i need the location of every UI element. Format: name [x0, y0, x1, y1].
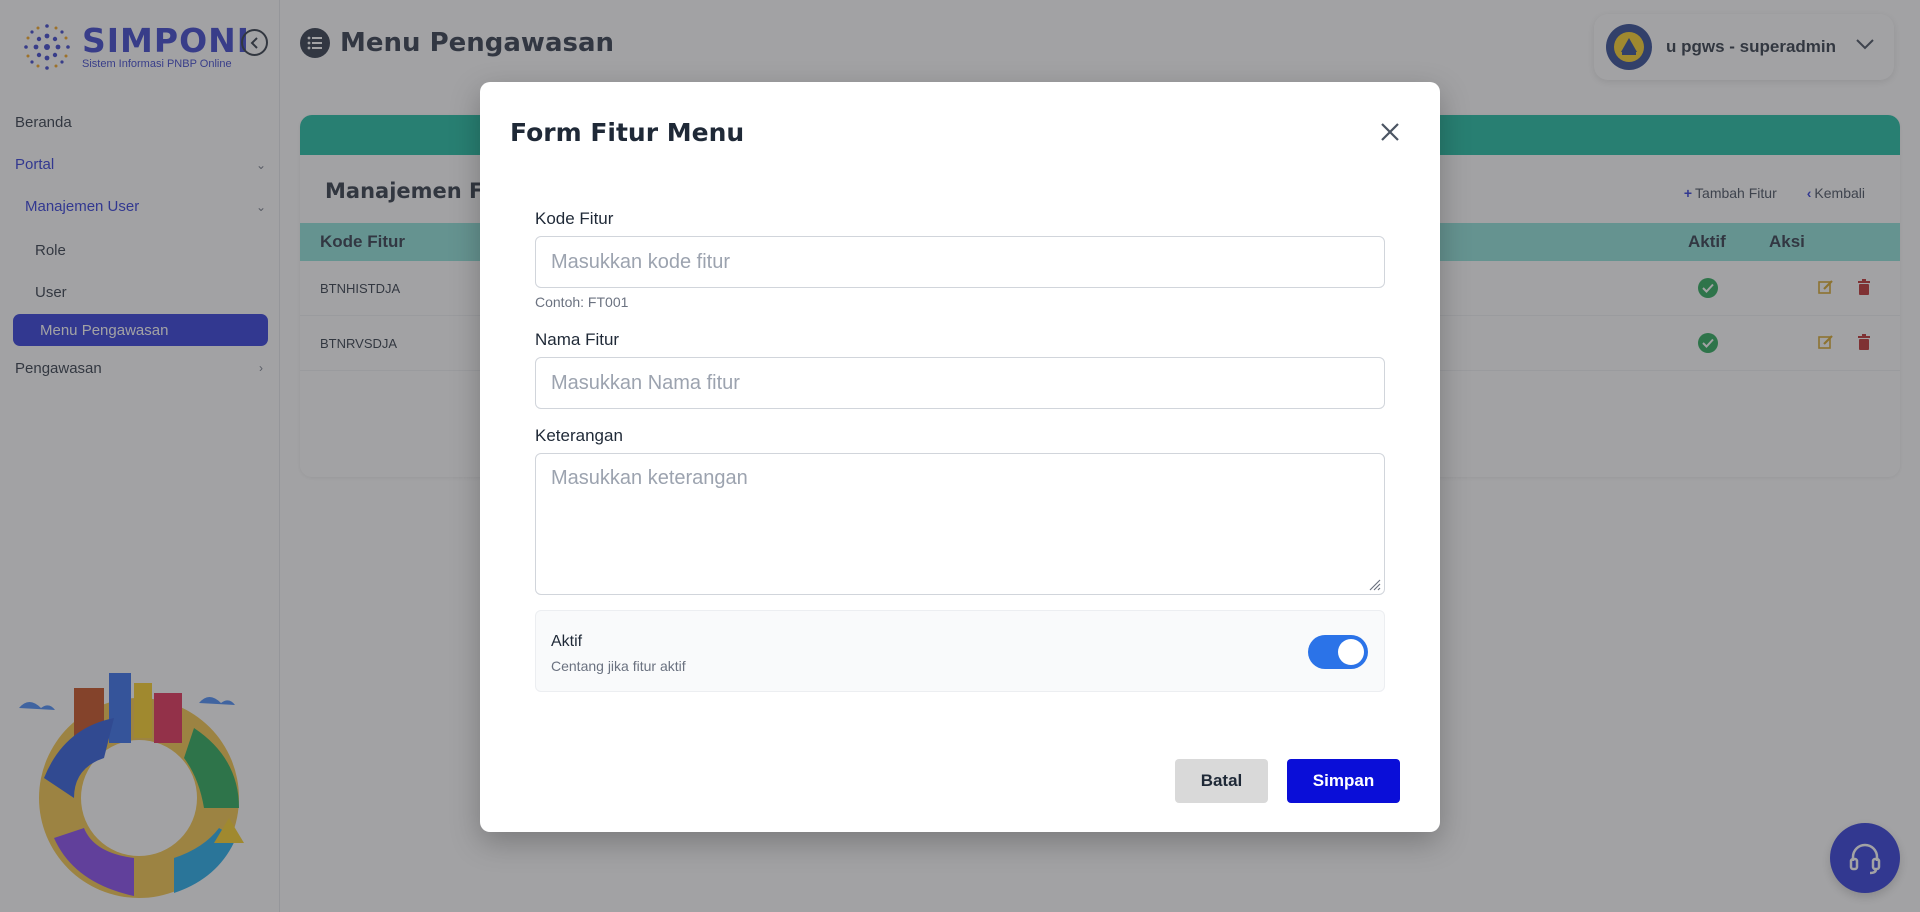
nama-fitur-label: Nama Fitur	[535, 330, 620, 349]
kode-fitur-hint: Contoh: FT001	[535, 294, 629, 310]
toggle-knob	[1338, 639, 1364, 665]
cancel-button[interactable]: Batal	[1175, 759, 1268, 803]
kode-fitur-input[interactable]: Masukkan kode fitur	[535, 236, 1385, 288]
aktif-toggle-row: Aktif Centang jika fitur aktif	[535, 610, 1385, 692]
kode-fitur-placeholder: Masukkan kode fitur	[551, 250, 730, 273]
keterangan-placeholder: Masukkan keterangan	[551, 467, 748, 489]
nama-fitur-input[interactable]: Masukkan Nama fitur	[535, 357, 1385, 409]
form-feature-modal: Form Fitur Menu Kode Fitur Masukkan kode…	[480, 82, 1440, 832]
keterangan-textarea[interactable]: Masukkan keterangan	[535, 453, 1385, 595]
modal-title: Form Fitur Menu	[510, 118, 745, 147]
kode-fitur-label: Kode Fitur	[535, 209, 614, 228]
aktif-description: Centang jika fitur aktif	[551, 658, 686, 674]
aktif-toggle[interactable]	[1308, 635, 1368, 669]
keterangan-label: Keterangan	[535, 426, 623, 445]
aktif-label: Aktif	[551, 633, 583, 650]
nama-fitur-placeholder: Masukkan Nama fitur	[551, 371, 740, 394]
save-button[interactable]: Simpan	[1287, 759, 1400, 803]
resize-grip-icon[interactable]	[1367, 577, 1381, 591]
close-icon[interactable]	[1378, 120, 1402, 144]
